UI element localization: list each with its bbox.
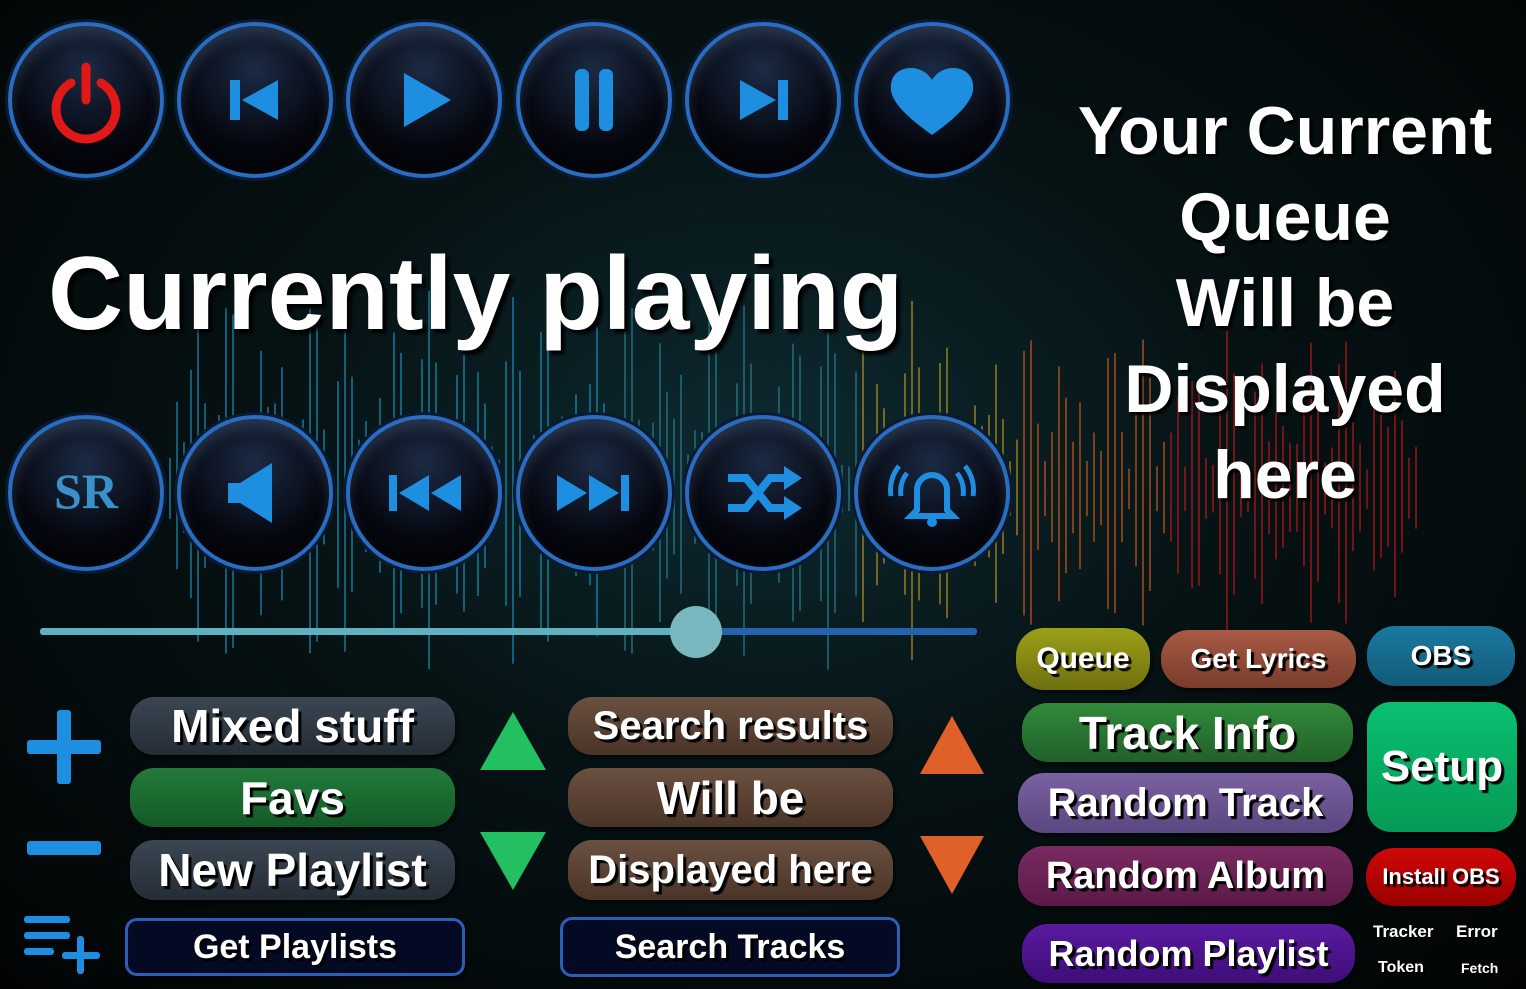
sr-icon: SR	[54, 463, 119, 519]
progress-slider[interactable]	[40, 606, 977, 658]
progress-thumb[interactable]	[669, 606, 722, 658]
tracker-link[interactable]: Tracker	[1373, 922, 1434, 942]
favorite-button[interactable]	[854, 22, 1010, 178]
search-tracks-button[interactable]: Search Tracks	[560, 917, 900, 977]
random-album-button[interactable]: Random Album	[1018, 846, 1353, 906]
install-obs-button[interactable]: Install OBS	[1366, 848, 1516, 906]
shuffle-button[interactable]	[685, 415, 841, 571]
search-result-item[interactable]: Will be	[568, 768, 893, 827]
svg-text:SR: SR	[54, 463, 119, 519]
progress-fill	[40, 628, 696, 635]
random-playlist-button[interactable]: Random Playlist	[1022, 924, 1355, 983]
song-request-button[interactable]: SR	[8, 415, 164, 571]
error-link[interactable]: Error	[1456, 922, 1498, 942]
rewind-icon	[389, 475, 461, 511]
playlist-add-icon[interactable]	[24, 914, 102, 974]
token-link[interactable]: Token	[1378, 959, 1424, 977]
queue-line: Queue	[1179, 179, 1391, 255]
fast-forward-button[interactable]	[516, 415, 672, 571]
search-result-item[interactable]: Displayed here	[568, 840, 893, 900]
bell-ring-icon	[888, 464, 976, 527]
queue-button[interactable]: Queue	[1016, 628, 1150, 690]
power-icon	[51, 62, 121, 144]
track-info-button[interactable]: Track Info	[1022, 703, 1353, 762]
fast-forward-icon	[557, 475, 629, 511]
setup-button[interactable]: Setup	[1367, 702, 1517, 832]
get-playlists-button[interactable]: Get Playlists	[125, 918, 465, 976]
play-icon	[404, 73, 451, 127]
playlist-down-arrow-icon[interactable]	[480, 832, 546, 890]
previous-button[interactable]	[177, 22, 333, 178]
alert-button[interactable]	[854, 415, 1010, 571]
queue-line: Your Current	[1077, 93, 1493, 169]
next-button[interactable]	[685, 22, 841, 178]
playlist-mixed-stuff[interactable]: Mixed stuff	[130, 697, 455, 755]
volume-button[interactable]	[177, 415, 333, 571]
minus-icon[interactable]	[27, 841, 101, 855]
skip-previous-icon	[230, 80, 278, 120]
playlist-up-arrow-icon[interactable]	[480, 712, 546, 770]
fetch-link[interactable]: Fetch	[1461, 960, 1498, 976]
search-down-arrow-icon[interactable]	[920, 836, 984, 894]
play-button[interactable]	[346, 22, 502, 178]
queue-line: Displayed	[1124, 351, 1446, 427]
search-result-item[interactable]: Search results	[568, 697, 893, 755]
pause-icon	[575, 69, 613, 131]
skip-next-icon	[740, 80, 788, 120]
speaker-icon	[228, 463, 272, 523]
obs-button[interactable]: OBS	[1367, 626, 1515, 686]
playlist-new-playlist[interactable]: New Playlist	[130, 840, 455, 900]
rewind-button[interactable]	[346, 415, 502, 571]
plus-icon[interactable]	[27, 710, 101, 784]
heart-icon	[890, 67, 974, 135]
playlist-favs[interactable]: Favs	[130, 768, 455, 827]
get-lyrics-button[interactable]: Get Lyrics	[1161, 630, 1356, 688]
queue-line: here	[1213, 437, 1357, 513]
shuffle-icon	[728, 466, 802, 520]
queue-display: Your Current Queue Will be Displayed her…	[1040, 88, 1526, 518]
page-title: Currently playing	[48, 236, 904, 352]
queue-line: Will be	[1175, 265, 1395, 341]
power-button[interactable]	[8, 22, 164, 178]
search-up-arrow-icon[interactable]	[920, 716, 984, 774]
random-track-button[interactable]: Random Track	[1018, 773, 1353, 833]
pause-button[interactable]	[516, 22, 672, 178]
